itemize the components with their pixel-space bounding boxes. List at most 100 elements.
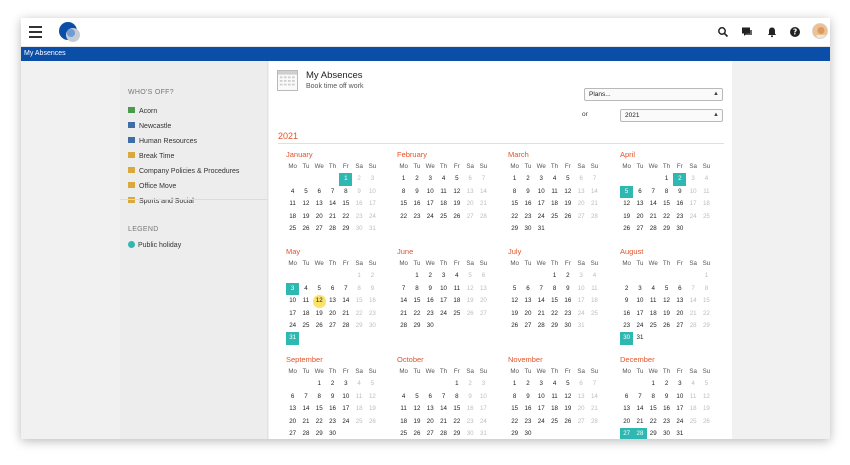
day-cell[interactable]: 27 [673, 320, 686, 332]
day-cell[interactable]: 7 [339, 283, 352, 295]
day-cell[interactable]: 4 [286, 186, 299, 198]
day-cell[interactable]: 5 [366, 378, 379, 390]
day-cell[interactable]: 1 [397, 173, 410, 185]
day-cell[interactable]: 28 [339, 320, 352, 332]
day-cell[interactable]: 20 [673, 308, 686, 320]
day-cell[interactable]: 9 [660, 391, 673, 403]
day-cell[interactable]: 13 [673, 295, 686, 307]
day-cell[interactable]: 25 [299, 320, 312, 332]
day-cell[interactable]: 15 [397, 198, 410, 210]
sidebar-item-acorn[interactable]: Acorn [128, 107, 157, 117]
day-cell[interactable]: 15 [352, 295, 365, 307]
app-logo[interactable] [58, 21, 82, 43]
day-cell[interactable]: 23 [366, 308, 379, 320]
day-cell[interactable]: 11 [588, 283, 601, 295]
day-cell[interactable]: 2 [424, 270, 437, 282]
day-cell[interactable]: 3 [686, 173, 699, 185]
day-cell[interactable]: 2 [521, 173, 534, 185]
day-cell[interactable]: 19 [660, 308, 673, 320]
day-cell[interactable]: 3 [366, 173, 379, 185]
day-cell[interactable]: 19 [620, 211, 633, 223]
day-cell[interactable]: 1 [450, 378, 463, 390]
day-cell[interactable]: 11 [686, 391, 699, 403]
day-cell[interactable]: 23 [326, 416, 339, 428]
day-cell[interactable]: 27 [424, 428, 437, 439]
day-cell[interactable]: 12 [700, 391, 713, 403]
day-cell[interactable]: 31 [574, 320, 587, 332]
sidebar-item-company-policies-procedures[interactable]: Company Policies & Procedures [128, 167, 239, 177]
day-cell[interactable]: 24 [424, 211, 437, 223]
public-holiday-day[interactable]: 5 [620, 185, 634, 199]
day-cell[interactable]: 12 [660, 295, 673, 307]
day-cell[interactable]: 22 [450, 416, 463, 428]
day-cell[interactable]: 22 [313, 416, 326, 428]
day-cell[interactable]: 17 [535, 198, 548, 210]
day-cell[interactable]: 27 [477, 308, 490, 320]
day-cell[interactable]: 23 [410, 211, 423, 223]
day-cell[interactable]: 16 [673, 198, 686, 210]
day-cell[interactable]: 12 [620, 198, 633, 210]
day-cell[interactable]: 7 [647, 186, 660, 198]
day-cell[interactable]: 26 [561, 211, 574, 223]
day-cell[interactable]: 16 [660, 403, 673, 415]
day-cell[interactable]: 17 [424, 198, 437, 210]
day-cell[interactable]: 10 [477, 391, 490, 403]
day-cell[interactable]: 18 [647, 308, 660, 320]
day-cell[interactable]: 25 [588, 308, 601, 320]
day-cell[interactable]: 24 [673, 416, 686, 428]
day-cell[interactable]: 20 [620, 416, 633, 428]
day-cell[interactable]: 16 [521, 403, 534, 415]
day-cell[interactable]: 21 [339, 308, 352, 320]
help-icon[interactable]: ? [789, 26, 801, 38]
day-cell[interactable]: 6 [574, 173, 587, 185]
day-cell[interactable]: 21 [535, 308, 548, 320]
day-cell[interactable]: 14 [535, 295, 548, 307]
public-holiday-day[interactable]: 2 [673, 173, 687, 186]
day-cell[interactable]: 7 [397, 283, 410, 295]
day-cell[interactable]: 30 [660, 428, 673, 439]
day-cell[interactable]: 3 [633, 283, 646, 295]
day-cell[interactable]: 21 [326, 211, 339, 223]
day-cell[interactable]: 29 [352, 320, 365, 332]
day-cell[interactable]: 5 [410, 391, 423, 403]
day-cell[interactable]: 5 [450, 173, 463, 185]
day-cell[interactable]: 11 [352, 391, 365, 403]
day-cell[interactable]: 13 [463, 186, 476, 198]
day-cell[interactable]: 1 [700, 270, 713, 282]
day-cell[interactable]: 1 [508, 173, 521, 185]
day-cell[interactable]: 27 [313, 223, 326, 235]
day-cell[interactable]: 5 [463, 270, 476, 282]
day-cell[interactable]: 31 [535, 223, 548, 235]
day-cell[interactable]: 18 [397, 416, 410, 428]
day-cell[interactable]: 3 [437, 270, 450, 282]
month-name[interactable]: February [397, 149, 494, 161]
day-cell[interactable]: 10 [424, 186, 437, 198]
day-cell[interactable]: 16 [410, 198, 423, 210]
sidebar-item-office-move[interactable]: Office Move [128, 182, 176, 192]
day-cell[interactable]: 7 [686, 283, 699, 295]
day-cell[interactable]: 5 [508, 283, 521, 295]
day-cell[interactable]: 28 [299, 428, 312, 439]
day-cell[interactable]: 9 [326, 391, 339, 403]
day-cell[interactable]: 8 [700, 283, 713, 295]
public-holiday-day[interactable]: 27 [620, 427, 634, 439]
day-cell[interactable]: 12 [561, 391, 574, 403]
day-cell[interactable]: 3 [535, 378, 548, 390]
day-cell[interactable]: 10 [673, 391, 686, 403]
day-cell[interactable]: 20 [477, 295, 490, 307]
month-name[interactable]: December [620, 354, 717, 366]
day-cell[interactable]: 14 [588, 391, 601, 403]
day-cell[interactable]: 25 [700, 211, 713, 223]
day-cell[interactable]: 5 [561, 378, 574, 390]
day-cell[interactable]: 28 [686, 320, 699, 332]
day-cell[interactable]: 12 [508, 295, 521, 307]
month-name[interactable]: April [620, 149, 717, 161]
day-cell[interactable]: 23 [463, 416, 476, 428]
day-cell[interactable]: 13 [521, 295, 534, 307]
day-cell[interactable]: 13 [326, 295, 339, 307]
day-cell[interactable]: 26 [299, 223, 312, 235]
day-cell[interactable]: 8 [352, 283, 365, 295]
day-cell[interactable]: 9 [673, 186, 686, 198]
day-cell[interactable]: 25 [397, 428, 410, 439]
day-cell[interactable]: 9 [620, 295, 633, 307]
